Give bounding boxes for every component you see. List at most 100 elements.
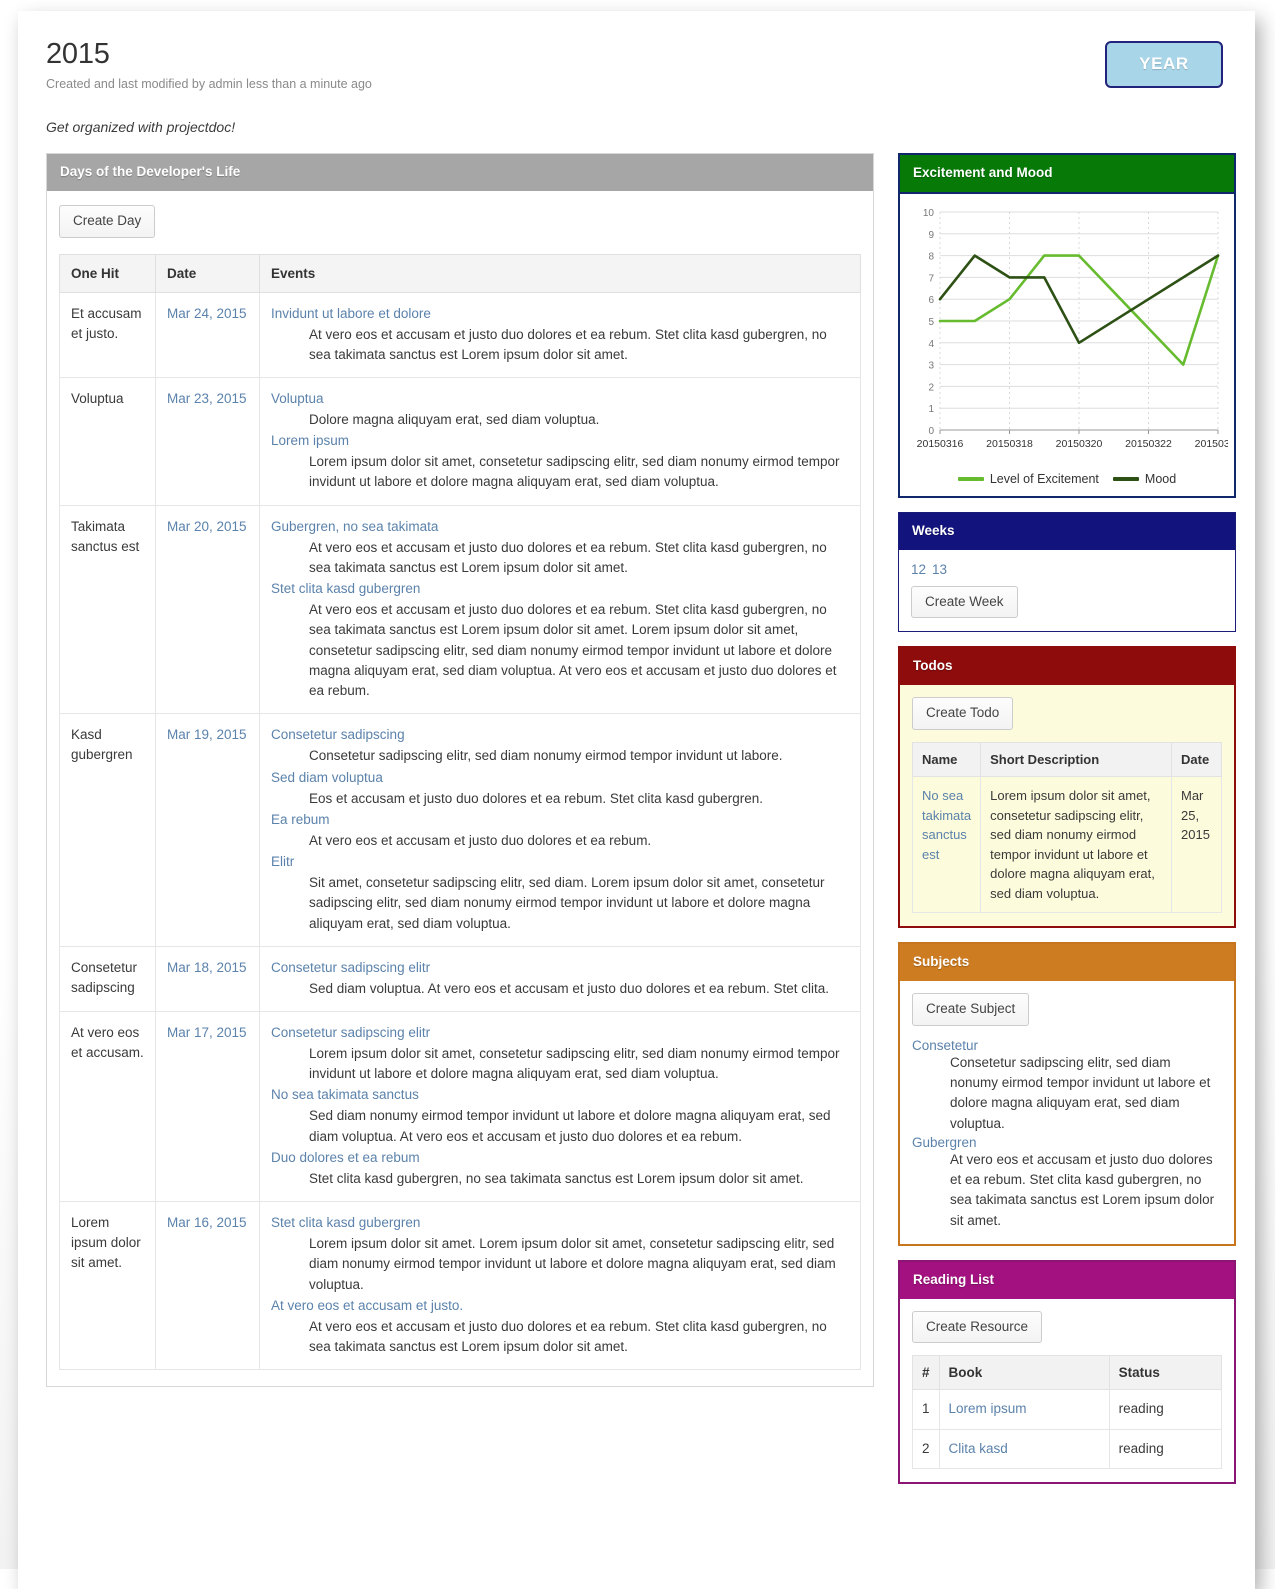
event-title-link[interactable]: Invidunt ut labore et dolore (271, 306, 431, 321)
subjects-panel: Subjects Create Subject Consetetur Conset… (898, 942, 1236, 1246)
subject-entry: Consetetur Consetetur sadipscing elitr, s… (912, 1038, 1222, 1134)
days-col-events: Events (259, 253, 861, 293)
page-tagline: Get organized with projectdoc! (46, 118, 236, 135)
chart-panel: Excitement and Mood 0 1 2 3 4 5 6 7 8 9 10 20150316… (898, 152, 1236, 498)
page-title: 2015 (46, 38, 110, 70)
content-columns: Days of the Developer's Life Create Day … (28, 152, 1236, 1498)
table-row: Lorem ipsum dolor sit amet. Mar 16, 2015 S… (59, 1201, 861, 1371)
day-date-link[interactable]: Mar 23, 2015 (167, 391, 247, 406)
day-date-cell: Mar 23, 2015 (155, 377, 260, 506)
event-title-link[interactable]: Ea rebum (271, 812, 330, 827)
event-title-link[interactable]: No sea takimata sanctus (271, 1087, 419, 1102)
day-one-hit: Voluptua (59, 377, 156, 506)
days-col-date: Date (155, 253, 260, 293)
todos-panel-heading: Todos (900, 648, 1234, 686)
event-title-link[interactable]: Elitr (271, 854, 294, 869)
reading-list-panel: Reading List Create Resource # Book Stat… (898, 1259, 1236, 1484)
create-resource-button[interactable]: Create Resource (912, 1310, 1043, 1344)
event-entry: At vero eos et accusam et justo. At vero … (271, 1296, 849, 1357)
event-title-link[interactable]: Stet clita kasd gubergren (271, 1215, 420, 1230)
week-link[interactable]: 12 (911, 562, 926, 577)
event-title-link[interactable]: Consetetur sadipscing (271, 727, 405, 742)
days-table: One Hit Date Events Et accusam et justo.… (59, 253, 861, 1371)
todo-name-link[interactable]: No sea takimata sanctus est (922, 788, 971, 862)
event-entry: No sea takimata sanctus Sed diam nonumy e… (271, 1085, 849, 1146)
event-entry: Lorem ipsum Lorem ipsum dolor sit amet, c… (271, 431, 849, 492)
weeks-panel-heading: Weeks (899, 512, 1235, 550)
reading-col-num: # (912, 1355, 940, 1391)
day-date-link[interactable]: Mar 17, 2015 (167, 1025, 247, 1040)
day-events-cell: Gubergren, no sea takimata At vero eos et… (259, 504, 861, 715)
day-one-hit: Consetetur sadipscing (59, 945, 156, 1013)
todos-col-description: Short Description (980, 742, 1172, 778)
weeks-link-list: 12 13 (911, 562, 1223, 577)
excitement-mood-line-chart: 0 1 2 3 4 5 6 7 8 9 10 20150316 20150318 20150320 2015… (917, 208, 1228, 450)
event-title-link[interactable]: Sed diam voluptua (271, 770, 383, 785)
reading-list-panel-heading: Reading List (900, 1261, 1234, 1299)
day-date-link[interactable]: Mar 20, 2015 (167, 519, 247, 534)
legend-label: Mood (1144, 471, 1177, 486)
reading-list-table: # Book Status 1 Lorem ipsum reading 2 Clita … (912, 1355, 1223, 1469)
day-date-cell: Mar 17, 2015 (155, 1011, 260, 1203)
day-events-cell: Consetetur sadipscing elitr Sed diam volu… (259, 945, 861, 1013)
day-date-link[interactable]: Mar 16, 2015 (167, 1215, 247, 1230)
subject-title-link[interactable]: Gubergren (912, 1135, 977, 1150)
event-description: At vero eos et accusam et justo duo dolo… (309, 326, 827, 362)
day-date-link[interactable]: Mar 19, 2015 (167, 727, 247, 742)
create-week-button[interactable]: Create Week (911, 585, 1018, 619)
year-badge[interactable]: YEAR (1105, 41, 1223, 88)
legend-item: Level of Excitement (957, 472, 1099, 486)
event-title-link[interactable]: Consetetur sadipscing elitr (271, 1025, 430, 1040)
event-title-link[interactable]: Voluptua (271, 391, 324, 406)
chart-legend: Level of Excitement Mood (906, 472, 1228, 492)
reading-book-link[interactable]: Clita kasd (949, 1441, 1008, 1456)
event-entry: Duo dolores et ea rebum Stet clita kasd g… (271, 1148, 849, 1189)
legend-swatch-icon (957, 476, 984, 481)
table-row: 1 Lorem ipsum reading (912, 1389, 1223, 1430)
svg-text:8: 8 (928, 251, 934, 262)
days-table-header-row: One Hit Date Events (59, 253, 861, 293)
event-entry: Voluptua Dolore magna aliquyam erat, sed … (271, 389, 849, 430)
svg-text:1: 1 (928, 404, 934, 415)
day-one-hit: Lorem ipsum dolor sit amet. (59, 1201, 156, 1371)
event-description: Consetetur sadipscing elitr, sed diam no… (309, 748, 783, 764)
event-title-link[interactable]: Lorem ipsum (271, 433, 349, 448)
create-todo-button[interactable]: Create Todo (912, 697, 1014, 731)
event-description: Lorem ipsum dolor sit amet, consetetur s… (309, 1045, 840, 1082)
reading-book-link[interactable]: Lorem ipsum (949, 1401, 1027, 1416)
day-date-cell: Mar 18, 2015 (155, 945, 260, 1013)
subjects-panel-heading: Subjects (900, 944, 1234, 981)
event-title-link[interactable]: At vero eos et accusam et justo. (271, 1298, 463, 1313)
sidebar-column: Excitement and Mood 0 1 2 3 4 5 6 7 8 9 10 20150316… (898, 152, 1236, 1498)
event-description: Stet clita kasd gubergren, no sea takima… (309, 1170, 804, 1186)
create-day-button[interactable]: Create Day (59, 204, 156, 238)
week-link[interactable]: 13 (932, 562, 947, 577)
chart-area: 0 1 2 3 4 5 6 7 8 9 10 20150316 20150318 20150320 2015… (900, 193, 1234, 496)
event-description: At vero eos et accusam et justo duo dolo… (309, 1318, 827, 1355)
event-entry: Consetetur sadipscing elitr Lorem ipsum d… (271, 1023, 849, 1084)
event-title-link[interactable]: Consetetur sadipscing elitr (271, 960, 430, 975)
day-one-hit: At vero eos et accusam. (59, 1011, 156, 1203)
day-date-cell: Mar 20, 2015 (155, 504, 260, 715)
reading-book-cell: Lorem ipsum (938, 1389, 1110, 1430)
day-date-link[interactable]: Mar 18, 2015 (167, 960, 247, 975)
svg-text:10: 10 (923, 208, 935, 219)
day-date-link[interactable]: Mar 24, 2015 (167, 306, 247, 321)
day-one-hit: Kasd gubergren (59, 713, 156, 947)
event-title-link[interactable]: Duo dolores et ea rebum (271, 1150, 420, 1165)
page-header: 2015 Created and last modified by admin … (28, 29, 1233, 135)
legend-item: Mood (1112, 471, 1177, 486)
reading-table-body: 1 Lorem ipsum reading 2 Clita kasd reading (912, 1389, 1223, 1469)
event-title-link[interactable]: Stet clita kasd gubergren (271, 581, 420, 596)
todo-description: Lorem ipsum dolor sit amet, consetetur s… (980, 776, 1172, 914)
svg-text:6: 6 (928, 295, 934, 306)
create-subject-button[interactable]: Create Subject (912, 992, 1030, 1026)
subject-title-link[interactable]: Consetetur (912, 1038, 978, 1053)
subject-description: Consetetur sadipscing elitr, sed diam no… (950, 1054, 1211, 1131)
day-date-cell: Mar 16, 2015 (155, 1201, 260, 1371)
main-column: Days of the Developer's Life Create Day … (46, 152, 874, 1401)
event-entry: Stet clita kasd gubergren Lorem ipsum dol… (271, 1213, 849, 1295)
todos-table-header-row: Name Short Description Date (911, 742, 1222, 778)
subjects-list: Consetetur Consetetur sadipscing elitr, s… (912, 1038, 1222, 1231)
event-title-link[interactable]: Gubergren, no sea takimata (271, 519, 438, 534)
